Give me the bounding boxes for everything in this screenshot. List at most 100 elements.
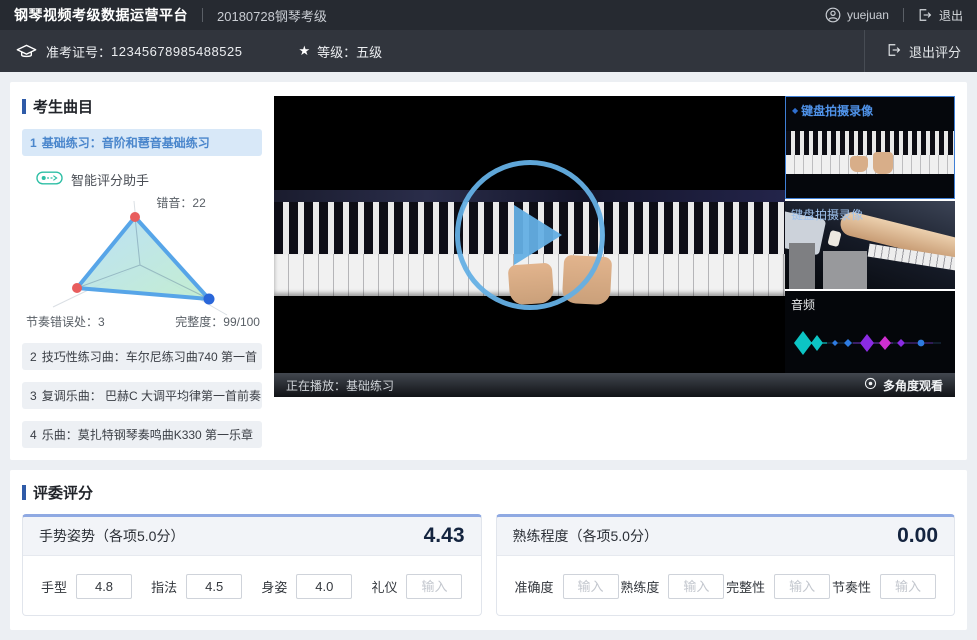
smart-toggle-icon <box>36 171 63 188</box>
divider <box>202 8 203 22</box>
logout-label: 退出 <box>939 7 963 24</box>
field-label: 熟练度 <box>620 577 659 596</box>
hand-shape-input[interactable] <box>76 574 132 599</box>
radar-label-completeness: 完整度：99/100 <box>175 313 260 330</box>
playlist-item-3[interactable]: 3 复调乐曲： 巴赫C 大调平均律第一首前奏曲 <box>22 382 262 409</box>
card-total-score: 4.43 <box>424 524 465 548</box>
level-value: 五级 <box>356 42 382 61</box>
item-number: 4 <box>30 428 37 442</box>
accent-bar <box>22 485 26 500</box>
field-fingering: 指法 <box>151 574 242 599</box>
exit-scoring-button[interactable]: 退出评分 <box>864 30 961 72</box>
active-marker-icon: ◆ <box>792 106 798 115</box>
scoring-title-text: 评委评分 <box>33 482 93 503</box>
play-icon <box>514 205 562 265</box>
posture-input[interactable] <box>296 574 352 599</box>
main-content: 考生曲目 1 基础练习：音阶和琶音基础练习 智能评分助手 <box>0 72 977 640</box>
rhythm-input[interactable] <box>880 574 936 599</box>
field-etiquette: 礼仪 <box>371 574 462 599</box>
app-title: 钢琴视频考级数据运营平台 <box>14 5 188 25</box>
field-proficiency: 熟练度 <box>620 574 724 599</box>
logout-button[interactable]: 退出 <box>918 7 963 24</box>
thumbnail-label: 音频 <box>791 296 815 313</box>
fingering-input[interactable] <box>186 574 242 599</box>
smart-scoring-assistant[interactable]: 智能评分助手 <box>36 170 262 189</box>
etiquette-input[interactable] <box>406 574 462 599</box>
session-title: 20180728钢琴考级 <box>217 6 327 25</box>
mini-piano-visual <box>786 131 954 173</box>
circled-eye-icon <box>864 377 877 393</box>
multi-angle-label: 多角度观看 <box>883 377 943 394</box>
playlist-sidebar: 考生曲目 1 基础练习：音阶和琶音基础练习 智能评分助手 <box>22 96 262 448</box>
field-rhythm: 节奏性 <box>832 574 936 599</box>
radar-label-wrong-notes: 错音：22 <box>156 194 205 211</box>
field-label: 指法 <box>151 577 177 596</box>
playlist-title-text: 考生曲目 <box>33 96 93 117</box>
graduation-cap-icon <box>16 44 37 59</box>
exam-id-value: 12345678985488525 <box>111 44 242 59</box>
level-label: 等级： <box>317 42 356 61</box>
thumbnail-label: ◆ 键盘拍摄录像 <box>792 102 873 119</box>
field-label: 完整性 <box>726 577 765 596</box>
radar-label-rhythm-errors: 节奏错误处：3 <box>26 313 105 330</box>
watch-visual <box>827 230 841 247</box>
exit-scoring-label: 退出评分 <box>909 42 961 61</box>
playlist-item-4[interactable]: 4 乐曲：莫扎特钢琴奏鸣曲K330 第一乐章 <box>22 421 262 448</box>
multi-angle-button[interactable]: 多角度观看 <box>864 377 943 394</box>
field-label: 准确度 <box>515 577 554 596</box>
completeness-input[interactable] <box>774 574 830 599</box>
accuracy-input[interactable] <box>563 574 619 599</box>
radar-chart: 错音：22 节奏错误处：3 完整度：99/100 <box>22 193 262 331</box>
mini-hand-visual <box>873 152 893 174</box>
thumbnail-label-text: 键盘拍摄录像 <box>801 102 873 119</box>
thumbnail-label-text: 音频 <box>791 296 815 313</box>
field-label: 节奏性 <box>832 577 871 596</box>
block-visual <box>789 243 815 289</box>
playlist-item-1[interactable]: 1 基础练习：音阶和琶音基础练习 <box>22 129 262 156</box>
mini-hand-visual <box>850 156 868 172</box>
user-info: yuejuan <box>825 7 889 23</box>
item-label: 复调乐曲： 巴赫C 大调平均律第一首前奏曲 <box>42 387 262 404</box>
star-icon: ★ <box>298 43 310 59</box>
logout-icon <box>887 43 901 60</box>
card-title: 手势姿势（各项5.0分） <box>39 526 184 546</box>
video-player: ◆ 键盘拍摄录像 键盘拍摄录像 <box>274 96 955 448</box>
field-label: 身姿 <box>261 577 287 596</box>
judge-scoring-panel: 评委评分 手势姿势（各项5.0分） 4.43 手型 指法 <box>10 470 967 630</box>
item-number: 1 <box>30 136 37 150</box>
playlist-section-title: 考生曲目 <box>22 96 262 117</box>
user-avatar-icon <box>825 7 841 23</box>
exam-id-label: 准考证号： <box>46 42 111 61</box>
camera-thumbnails: ◆ 键盘拍摄录像 键盘拍摄录像 <box>785 96 955 373</box>
item-number: 3 <box>30 389 37 403</box>
radar-chart-svg <box>22 193 262 331</box>
play-button[interactable] <box>455 160 605 310</box>
card-title: 熟练程度（各项5.0分） <box>513 526 658 546</box>
level-info: ★ 等级： 五级 <box>298 42 382 61</box>
logout-icon <box>918 8 932 22</box>
thumbnail-keyboard-side[interactable]: 键盘拍摄录像 <box>785 201 955 289</box>
field-completeness: 完整性 <box>726 574 830 599</box>
field-accuracy: 准确度 <box>515 574 619 599</box>
thumbnail-keyboard-top[interactable]: ◆ 键盘拍摄录像 <box>785 96 955 199</box>
now-playing-text: 正在播放：基础练习 <box>286 377 394 394</box>
accent-bar <box>22 99 26 114</box>
proficiency-input[interactable] <box>668 574 724 599</box>
card-total-score: 0.00 <box>897 524 938 548</box>
proficiency-card: 熟练程度（各项5.0分） 0.00 准确度 熟练度 完整性 <box>496 514 956 616</box>
thumbnail-label: 键盘拍摄录像 <box>791 206 863 223</box>
item-label: 技巧性练习曲：车尔尼练习曲740 第一首 <box>42 348 257 365</box>
main-video[interactable] <box>274 96 785 373</box>
video-status-bar: 正在播放：基础练习 多角度观看 <box>274 373 955 397</box>
username: yuejuan <box>847 8 889 22</box>
thumbnail-audio[interactable]: 音频 <box>785 291 955 373</box>
item-label: 基础练习：音阶和琶音基础练习 <box>42 134 210 151</box>
block-visual <box>823 251 867 289</box>
exam-info-bar: 准考证号： 12345678985488525 ★ 等级： 五级 退出评分 <box>0 30 977 72</box>
divider <box>903 8 904 22</box>
field-label: 礼仪 <box>371 577 397 596</box>
exam-panel: 考生曲目 1 基础练习：音阶和琶音基础练习 智能评分助手 <box>10 82 967 460</box>
field-label: 手型 <box>41 577 67 596</box>
playlist-item-2[interactable]: 2 技巧性练习曲：车尔尼练习曲740 第一首 <box>22 343 262 370</box>
assistant-label: 智能评分助手 <box>71 170 149 189</box>
